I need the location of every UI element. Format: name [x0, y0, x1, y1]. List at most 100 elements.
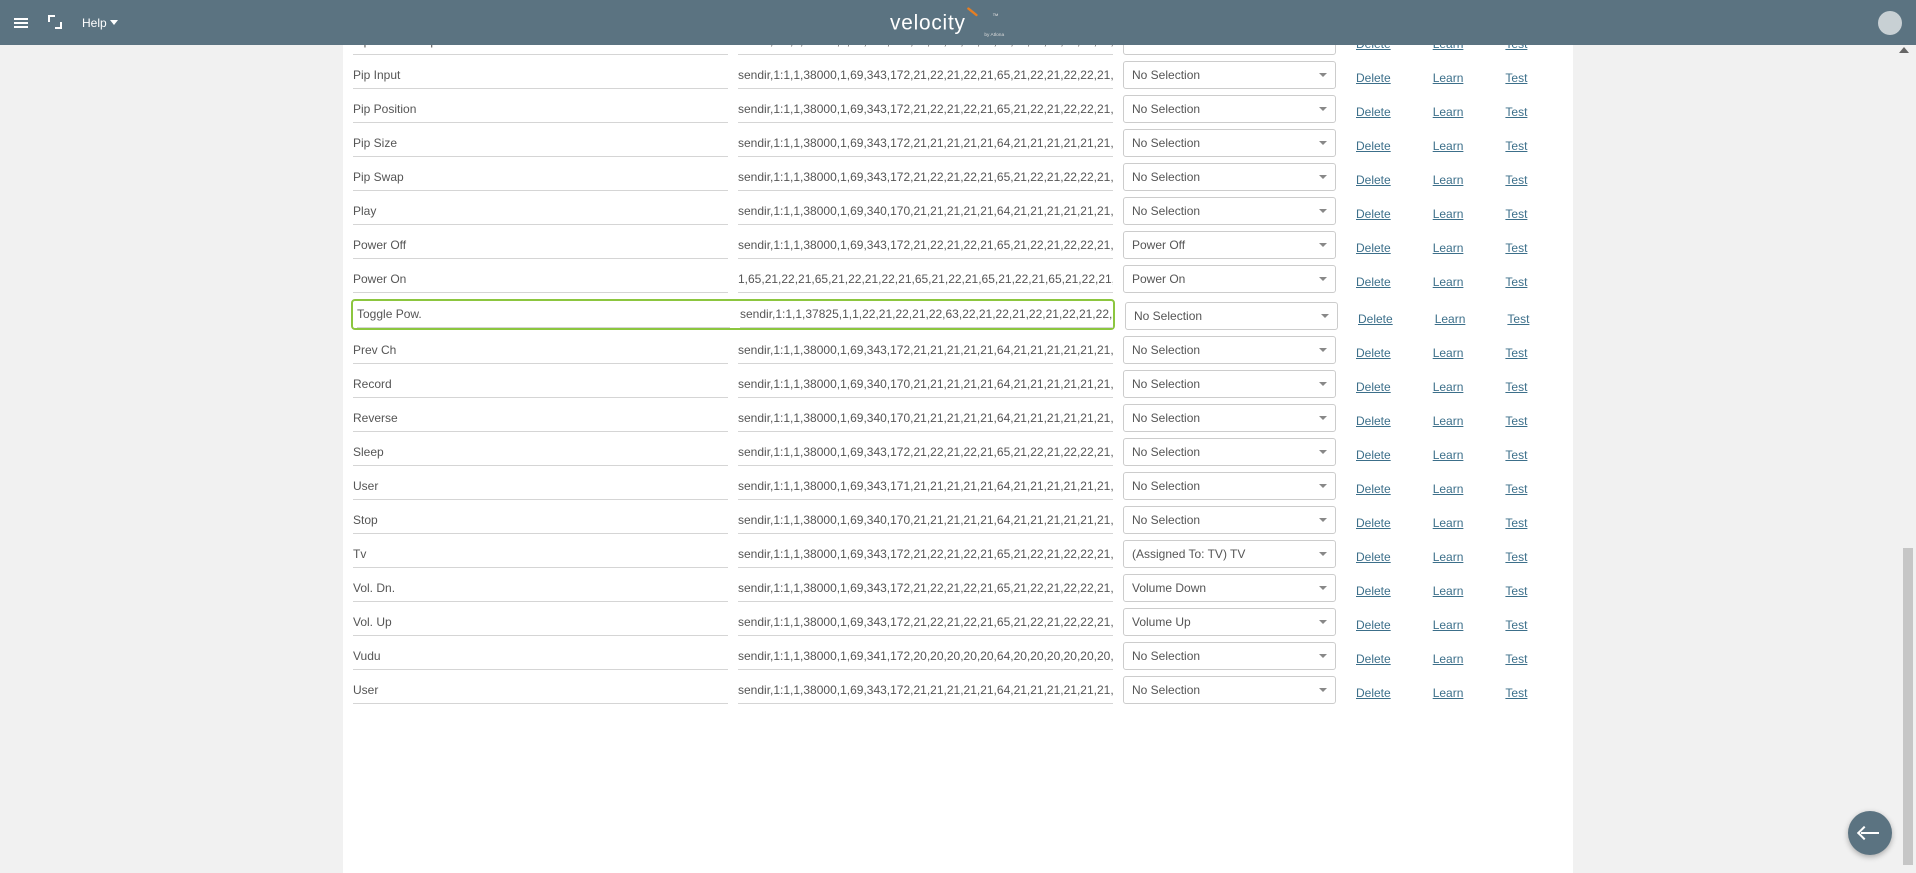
command-name-input[interactable]: Toggle Pow. — [357, 301, 730, 328]
command-name-input[interactable]: Stop — [353, 507, 728, 534]
command-code-input[interactable]: sendir,1:1,1,38000,1,69,343,172,21,22,21… — [738, 164, 1113, 191]
command-name-input[interactable]: Pip Position — [353, 96, 728, 123]
delete-link[interactable]: Delete — [1356, 686, 1391, 700]
learn-link[interactable]: Learn — [1433, 550, 1464, 564]
command-name-input[interactable]: Vudu — [353, 643, 728, 670]
command-name-input[interactable]: Pip Channel Up — [353, 45, 728, 55]
assignment-select[interactable]: No Selection — [1123, 129, 1336, 157]
test-link[interactable]: Test — [1505, 241, 1527, 255]
test-link[interactable]: Test — [1505, 686, 1527, 700]
test-link[interactable]: Test — [1505, 71, 1527, 85]
learn-link[interactable]: Learn — [1435, 312, 1466, 326]
assignment-select[interactable]: No Selection — [1123, 45, 1336, 55]
learn-link[interactable]: Learn — [1433, 241, 1464, 255]
test-link[interactable]: Test — [1505, 275, 1527, 289]
test-link[interactable]: Test — [1505, 550, 1527, 564]
test-link[interactable]: Test — [1505, 618, 1527, 632]
command-name-input[interactable]: Sleep — [353, 439, 728, 466]
assignment-select[interactable]: Power On — [1123, 265, 1336, 293]
test-link[interactable]: Test — [1505, 139, 1527, 153]
test-link[interactable]: Test — [1505, 207, 1527, 221]
command-code-input[interactable]: sendir,1:1,1,38000,1,69,343,172,21,22,21… — [738, 541, 1113, 568]
learn-link[interactable]: Learn — [1433, 139, 1464, 153]
assignment-select[interactable]: No Selection — [1123, 197, 1336, 225]
command-code-input[interactable]: sendir,1:1,1,38000,1,69,343,171,21,21,21… — [738, 473, 1113, 500]
command-code-input[interactable]: sendir,1:1,1,38000,1,69,341,172,20,20,20… — [738, 643, 1113, 670]
delete-link[interactable]: Delete — [1356, 618, 1391, 632]
delete-link[interactable]: Delete — [1356, 139, 1391, 153]
delete-link[interactable]: Delete — [1356, 45, 1391, 51]
command-code-input[interactable]: sendir,1:1,1,38000,1,69,343,172,21,22,21… — [738, 609, 1113, 636]
command-code-input[interactable]: sendir,1:1,1,37825,1,1,22,21,22,21,22,63… — [740, 301, 1113, 328]
assignment-select[interactable]: (Assigned To: TV) TV — [1123, 540, 1336, 568]
test-link[interactable]: Test — [1507, 312, 1529, 326]
delete-link[interactable]: Delete — [1356, 448, 1391, 462]
command-name-input[interactable]: Record — [353, 371, 728, 398]
test-link[interactable]: Test — [1505, 380, 1527, 394]
command-code-input[interactable]: sendir,1:1,1,38000,1,69,343,172,21,22,21… — [738, 575, 1113, 602]
test-link[interactable]: Test — [1505, 448, 1527, 462]
delete-link[interactable]: Delete — [1356, 414, 1391, 428]
assignment-select[interactable]: No Selection — [1123, 95, 1336, 123]
delete-link[interactable]: Delete — [1356, 652, 1391, 666]
assignment-select[interactable]: No Selection — [1123, 370, 1336, 398]
test-link[interactable]: Test — [1505, 584, 1527, 598]
command-code-input[interactable]: sendir,1:1,1,38000,1,69,343,172,21,21,21… — [738, 337, 1113, 364]
delete-link[interactable]: Delete — [1356, 380, 1391, 394]
delete-link[interactable]: Delete — [1356, 173, 1391, 187]
command-code-input[interactable]: sendir,1:1,1,38000,1,69,343,172,21,22,21… — [738, 62, 1113, 89]
learn-link[interactable]: Learn — [1433, 686, 1464, 700]
help-menu[interactable]: Help — [82, 16, 118, 30]
command-code-input[interactable]: sendir,1:1,1,38000,1,69,343,172,21,22,21… — [738, 232, 1113, 259]
test-link[interactable]: Test — [1505, 414, 1527, 428]
command-code-input[interactable]: 1,65,21,22,21,65,21,22,21,22,21,65,21,22… — [738, 266, 1113, 293]
command-name-input[interactable]: Pip Size — [353, 130, 728, 157]
learn-link[interactable]: Learn — [1433, 71, 1464, 85]
command-name-input[interactable]: Power Off — [353, 232, 728, 259]
command-name-input[interactable]: Play — [353, 198, 728, 225]
command-name-input[interactable]: Prev Ch — [353, 337, 728, 364]
assignment-select[interactable]: No Selection — [1123, 163, 1336, 191]
scroll-up-arrow[interactable] — [1897, 47, 1911, 53]
command-name-input[interactable]: Tv — [353, 541, 728, 568]
assignment-select[interactable]: No Selection — [1125, 302, 1338, 330]
command-code-input[interactable]: sendir,1:1,1,38000,1,69,343,172,21,21,21… — [738, 677, 1113, 704]
assignment-select[interactable]: No Selection — [1123, 404, 1336, 432]
learn-link[interactable]: Learn — [1433, 584, 1464, 598]
command-name-input[interactable]: Pip Input — [353, 62, 728, 89]
delete-link[interactable]: Delete — [1356, 275, 1391, 289]
command-code-input[interactable]: sendir,1:1,1,38000,1,69,343,172,21,22,21… — [738, 45, 1113, 55]
delete-link[interactable]: Delete — [1356, 346, 1391, 360]
learn-link[interactable]: Learn — [1433, 652, 1464, 666]
delete-link[interactable]: Delete — [1356, 207, 1391, 221]
learn-link[interactable]: Learn — [1433, 346, 1464, 360]
command-name-input[interactable]: Reverse — [353, 405, 728, 432]
command-name-input[interactable]: Pip Swap — [353, 164, 728, 191]
assignment-select[interactable]: No Selection — [1123, 506, 1336, 534]
scrollbar-track[interactable] — [1903, 548, 1913, 865]
delete-link[interactable]: Delete — [1356, 516, 1391, 530]
command-code-input[interactable]: sendir,1:1,1,38000,1,69,343,172,21,21,21… — [738, 130, 1113, 157]
fullscreen-icon[interactable] — [48, 15, 64, 31]
delete-link[interactable]: Delete — [1356, 584, 1391, 598]
test-link[interactable]: Test — [1505, 105, 1527, 119]
command-name-input[interactable]: Vol. Up — [353, 609, 728, 636]
command-name-input[interactable]: Vol. Dn. — [353, 575, 728, 602]
command-code-input[interactable]: sendir,1:1,1,38000,1,69,343,172,21,22,21… — [738, 96, 1113, 123]
command-code-input[interactable]: sendir,1:1,1,38000,1,69,343,172,21,22,21… — [738, 439, 1113, 466]
assignment-select[interactable]: Volume Up — [1123, 608, 1336, 636]
command-code-input[interactable]: sendir,1:1,1,38000,1,69,340,170,21,21,21… — [738, 371, 1113, 398]
command-name-input[interactable]: User — [353, 473, 728, 500]
delete-link[interactable]: Delete — [1358, 312, 1393, 326]
assignment-select[interactable]: No Selection — [1123, 61, 1336, 89]
test-link[interactable]: Test — [1505, 516, 1527, 530]
assignment-select[interactable]: No Selection — [1123, 472, 1336, 500]
assignment-select[interactable]: Power Off — [1123, 231, 1336, 259]
learn-link[interactable]: Learn — [1433, 207, 1464, 221]
assignment-select[interactable]: No Selection — [1123, 642, 1336, 670]
learn-link[interactable]: Learn — [1433, 275, 1464, 289]
command-code-input[interactable]: sendir,1:1,1,38000,1,69,340,170,21,21,21… — [738, 198, 1113, 225]
menu-icon[interactable] — [14, 15, 30, 31]
learn-link[interactable]: Learn — [1433, 45, 1464, 51]
test-link[interactable]: Test — [1505, 45, 1527, 51]
